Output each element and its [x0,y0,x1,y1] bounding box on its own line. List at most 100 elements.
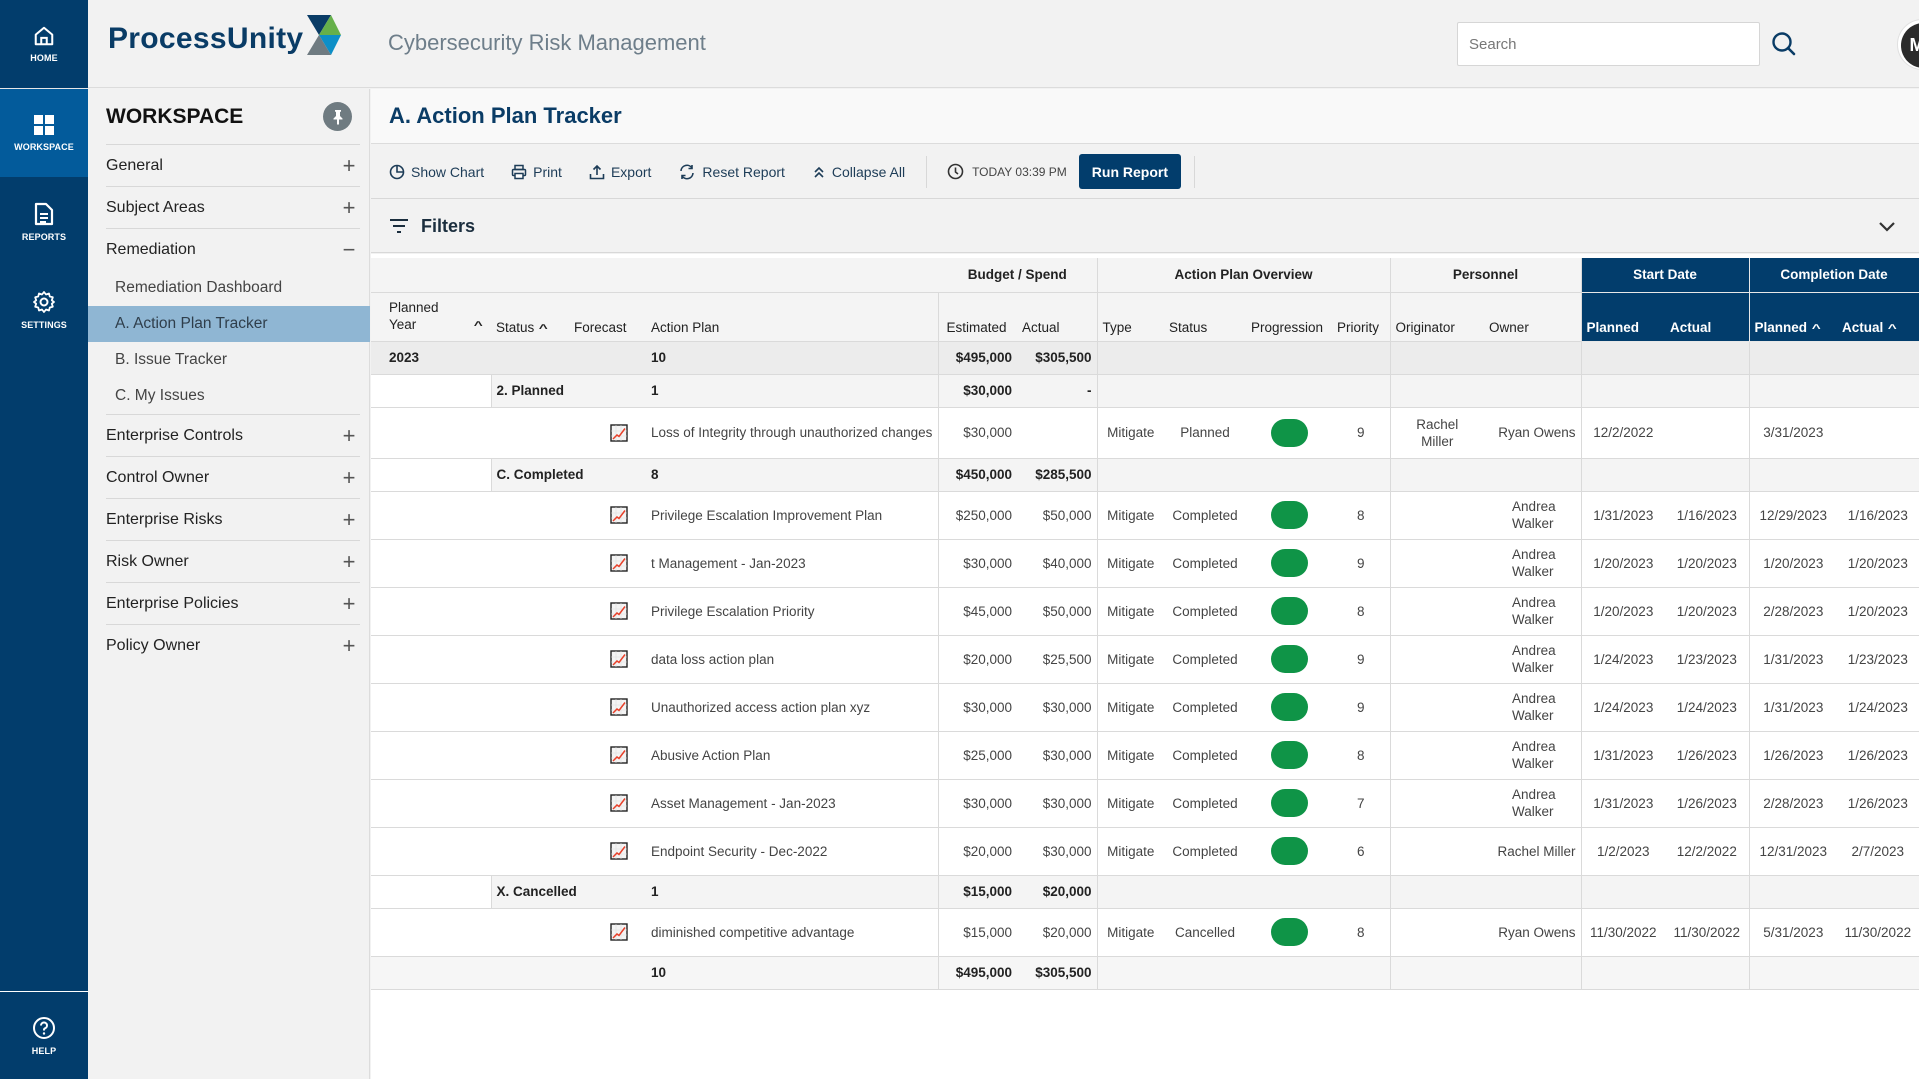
col-owner[interactable]: Owner [1484,292,1582,342]
expand-icon[interactable]: + [340,465,358,491]
sort-asc-icon[interactable]: ^ [1812,323,1821,335]
collapse-icon[interactable]: − [340,237,358,263]
run-report-button[interactable]: Run Report [1078,154,1181,189]
table-row[interactable]: data loss action plan $20,000 $25,500 Mitig… [371,635,1919,684]
col-status[interactable]: Status ^ [491,292,569,342]
action-plan-link[interactable]: diminished competitive advantage [646,908,939,957]
expand-icon[interactable]: + [340,423,358,449]
table-row[interactable]: Privilege Escalation Priority $45,000 $50,… [371,587,1919,636]
brand-logo[interactable]: ProcessUnity [108,15,343,56]
forecast-chart-icon[interactable] [610,698,628,716]
action-plan-link[interactable]: Loss of Integrity through unauthorized c… [646,407,939,459]
year-group-row[interactable]: 2023 10 $495,000 $305,500 [371,341,1919,375]
forecast-cell[interactable] [569,491,646,540]
forecast-chart-icon[interactable] [610,423,628,442]
col-type[interactable]: Type [1097,292,1164,342]
expand-icon[interactable]: + [340,633,358,659]
forecast-cell[interactable] [569,683,646,732]
user-menu[interactable]: MB [1897,19,1919,70]
col-planned-year[interactable]: Planned Year ^ [371,292,491,342]
table-row[interactable]: Loss of Integrity through unauthorized c… [371,407,1919,459]
col-start-planned[interactable]: Planned [1581,292,1666,342]
search-button[interactable] [1770,30,1800,60]
col-estimated[interactable]: Estimated [938,292,1017,342]
rail-settings[interactable]: SETTINGS [0,266,88,354]
sort-asc-icon[interactable]: ^ [1888,323,1897,335]
sort-asc-icon[interactable]: ^ [474,318,483,335]
nav-enterprise-policies[interactable]: Enterprise Policies + [106,582,360,624]
table-row[interactable]: Asset Management - Jan-2023 $30,000 $30,00… [371,779,1919,828]
nav-control-owner[interactable]: Control Owner + [106,456,360,498]
action-plan-link[interactable]: Abusive Action Plan [646,731,939,780]
expand-icon[interactable]: + [340,549,358,575]
nav-action-plan-tracker[interactable]: A. Action Plan Tracker [88,306,370,342]
forecast-chart-icon[interactable] [610,554,628,572]
reset-report-button[interactable]: Reset Report [678,164,785,180]
search-input[interactable] [1457,22,1760,66]
forecast-cell[interactable] [569,407,646,459]
filters-panel-toggle[interactable]: Filters [371,200,1919,253]
forecast-chart-icon[interactable] [610,842,628,860]
forecast-cell[interactable] [569,587,646,636]
nav-risk-owner[interactable]: Risk Owner + [106,540,360,582]
forecast-cell[interactable] [569,539,646,588]
action-plan-link[interactable]: Privilege Escalation Priority [646,587,939,636]
forecast-cell[interactable] [569,635,646,684]
status-group-row[interactable]: X. Cancelled 1 $15,000 $20,000 [371,875,1919,909]
table-row[interactable]: diminished competitive advantage $15,000 $… [371,908,1919,957]
rail-workspace[interactable]: WORKSPACE [0,89,88,177]
pin-button[interactable] [323,102,352,131]
nav-issue-tracker[interactable]: B. Issue Tracker [88,342,370,378]
col-forecast[interactable]: Forecast [569,292,646,342]
table-row[interactable]: Unauthorized access action plan xyz $30,0… [371,683,1919,732]
collapse-all-button[interactable]: Collapse All [812,164,905,180]
table-row[interactable]: t Management - Jan-2023 $30,000 $40,000 Mit… [371,539,1919,588]
forecast-chart-icon[interactable] [610,650,628,668]
action-plan-link[interactable]: Privilege Escalation Improvement Plan [646,491,939,540]
action-plan-link[interactable]: Unauthorized access action plan xyz [646,683,939,732]
col-start-actual[interactable]: Actual [1665,292,1750,342]
show-chart-button[interactable]: Show Chart [389,164,484,180]
action-plan-link[interactable]: t Management - Jan-2023 [646,539,939,588]
action-plan-link[interactable]: data loss action plan [646,635,939,684]
col-completion-actual[interactable]: Actual ^ [1837,292,1919,342]
expand-icon[interactable]: + [340,153,358,179]
forecast-cell[interactable] [569,827,646,876]
nav-enterprise-risks[interactable]: Enterprise Risks + [106,498,360,540]
expand-icon[interactable]: + [340,507,358,533]
nav-subject-areas[interactable]: Subject Areas + [106,186,360,228]
col-actual[interactable]: Actual [1017,292,1098,342]
forecast-chart-icon[interactable] [610,506,628,524]
expand-icon[interactable]: + [340,591,358,617]
nav-policy-owner[interactable]: Policy Owner + [106,624,360,666]
nav-remediation-dashboard[interactable]: Remediation Dashboard [88,270,370,306]
col-originator[interactable]: Originator [1390,292,1485,342]
nav-enterprise-controls[interactable]: Enterprise Controls + [106,414,360,456]
nav-my-issues[interactable]: C. My Issues [88,378,370,414]
print-button[interactable]: Print [511,164,562,180]
status-group-row[interactable]: 2. Planned 1 $30,000- [371,374,1919,408]
col-completion-planned[interactable]: Planned ^ [1749,292,1838,342]
col-overview-status[interactable]: Status [1164,292,1246,342]
forecast-cell[interactable] [569,731,646,780]
col-priority[interactable]: Priority [1332,292,1391,342]
forecast-chart-icon[interactable] [610,602,628,620]
rail-home[interactable]: HOME [0,0,88,88]
export-button[interactable]: Export [589,164,651,180]
table-row[interactable]: Abusive Action Plan $25,000 $30,000 Mitigat… [371,731,1919,780]
sort-asc-icon[interactable]: ^ [539,323,548,335]
status-group-row[interactable]: C. Completed 8 $450,000 $285,500 [371,458,1919,492]
nav-general[interactable]: General + [106,144,360,186]
col-progression[interactable]: Progression [1246,292,1332,342]
forecast-chart-icon[interactable] [610,746,628,764]
expand-icon[interactable]: + [340,195,358,221]
forecast-chart-icon[interactable] [610,923,628,941]
table-row[interactable]: Endpoint Security - Dec-2022 $20,000 $30,0… [371,827,1919,876]
rail-reports[interactable]: REPORTS [0,178,88,266]
forecast-chart-icon[interactable] [610,794,628,812]
rail-help[interactable]: HELP [0,991,88,1079]
forecast-cell[interactable] [569,908,646,957]
table-row[interactable]: Privilege Escalation Improvement Plan $25… [371,491,1919,540]
forecast-cell[interactable] [569,779,646,828]
action-plan-link[interactable]: Endpoint Security - Dec-2022 [646,827,939,876]
